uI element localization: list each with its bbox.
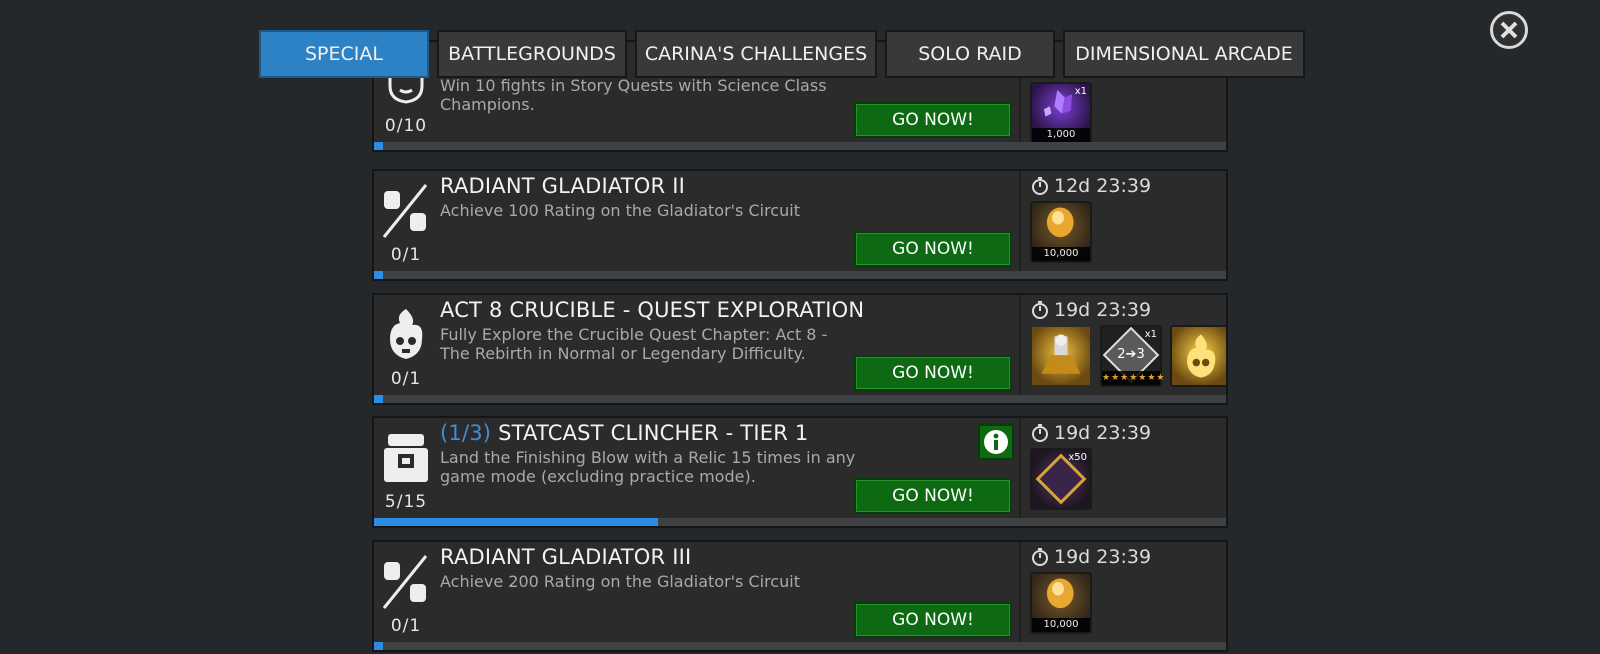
quest-timer: 19d 23:39 [1030,546,1151,568]
quest-description: Fully Explore the Crucible Quest Chapter… [440,325,828,363]
quest-title: (1/3) STATCAST CLINCHER - TIER 1 [440,421,808,445]
reward-multiplier: x1 [1144,329,1157,340]
quest-card: 0/1 RADIANT GLADIATOR III Achieve 200 Ra… [372,540,1228,652]
quest-description: Achieve 200 Rating on the Gladiator's Ci… [440,572,800,591]
relic-chest-icon [380,428,432,488]
crystal-shards-reward[interactable]: x1 1,000 [1030,82,1092,144]
divider [1019,542,1021,642]
quest-progress-bar [374,642,1226,650]
quest-tier: (1/3) [440,421,492,445]
rewards-area: 10,000 [1030,572,1226,638]
reward-multiplier: x50 [1068,452,1087,463]
info-icon [984,430,1008,454]
quest-timer: 19d 23:39 [1030,422,1151,444]
quest-timer-text: 19d 23:39 [1054,546,1152,568]
reward-multiplier: x1 [1074,86,1087,97]
rewards-area: x1 1,000 [1030,82,1226,148]
stopwatch-icon [1032,301,1048,319]
quest-progress-bar [374,395,1226,403]
go-now-button[interactable]: GO NOW! [854,355,1012,391]
divider [1019,295,1021,395]
quest-title: RADIANT GLADIATOR III [440,545,692,569]
reward-quantity: 10,000 [1032,618,1090,632]
tab-battlegrounds[interactable]: BATTLEGROUNDS [437,30,627,78]
quest-title: RADIANT GLADIATOR II [440,174,685,198]
quest-progress-count: 5/15 [384,492,428,512]
quest-progress-fill [374,271,383,279]
rank-up-text: 2➔3 [1117,347,1145,362]
info-button[interactable] [978,424,1014,460]
quest-progress-count: 0/10 [384,116,428,136]
go-now-button[interactable]: GO NOW! [854,102,1012,138]
quest-timer: 12d 23:39 [1030,175,1151,197]
quest-description: Win 10 fights in Story Quests with Scien… [440,76,827,114]
quest-progress-count: 0/1 [390,369,422,389]
close-icon [1500,21,1518,39]
divider [1019,418,1021,518]
go-now-button[interactable]: GO NOW! [854,478,1012,514]
quest-card: 5/15 (1/3) STATCAST CLINCHER - TIER 1 La… [372,416,1228,528]
rank-up-reward[interactable]: 2➔3 x1 ★★★★★★★ [1100,325,1166,387]
reward-quantity: 10,000 [1032,247,1090,261]
gold-gem-reward[interactable]: 10,000 [1030,572,1092,634]
stopwatch-icon [1032,424,1048,442]
quest-progress-bar [374,518,1226,526]
gladiator-versus-icon [380,552,432,612]
gladiator-versus-icon [380,181,432,241]
stopwatch-icon [1032,548,1048,566]
tab-solo-raid[interactable]: SOLO RAID [885,30,1055,78]
quest-progress-bar [374,142,1226,150]
quest-progress-fill [374,395,383,403]
quest-description: Achieve 100 Rating on the Gladiator's Ci… [440,201,800,220]
quest-card: 0/1 RADIANT GLADIATOR II Achieve 100 Rat… [372,169,1228,281]
tab-special[interactable]: SPECIAL [259,30,429,78]
go-now-button[interactable]: GO NOW! [854,602,1012,638]
quest-title: ACT 8 CRUCIBLE - QUEST EXPLORATION [440,298,865,322]
quest-progress-bar [374,271,1226,279]
close-button[interactable] [1490,11,1528,49]
quest-progress-fill [374,642,383,650]
quest-progress-fill [374,518,658,526]
star-rating: ★★★★★★★ [1102,371,1166,385]
rewards-area: 2➔3 x1 ★★★★★★★ [1030,325,1226,391]
stopwatch-icon [1032,177,1048,195]
quest-timer: 19d 23:39 [1030,299,1151,321]
gold-gem-reward[interactable]: 10,000 [1030,201,1092,263]
flaming-skull-icon [380,305,432,365]
quest-title-text: STATCAST CLINCHER - TIER 1 [498,421,809,445]
quest-timer-text: 19d 23:39 [1054,422,1152,444]
quest-progress-fill [374,142,383,150]
quest-card: 0/1 ACT 8 CRUCIBLE - QUEST EXPLORATION F… [372,293,1228,405]
quest-timer-text: 12d 23:39 [1054,175,1152,197]
rewards-area: 10,000 [1030,201,1226,267]
quest-timer-text: 19d 23:39 [1054,299,1152,321]
tab-carinas-challenges[interactable]: CARINA'S CHALLENGES [635,30,877,78]
go-now-button[interactable]: GO NOW! [854,231,1012,267]
tab-dimensional-arcade[interactable]: DIMENSIONAL ARCADE [1063,30,1305,78]
skull-crystal-reward[interactable] [1170,325,1226,387]
quest-description: Land the Finishing Blow with a Relic 15 … [440,448,856,486]
quest-progress-count: 0/1 [390,245,422,265]
event-points-reward[interactable]: x50 [1030,448,1092,510]
rewards-area: x50 [1030,448,1226,514]
divider [1019,171,1021,271]
quest-progress-count: 0/1 [390,616,422,636]
reward-quantity: 1,000 [1032,128,1090,142]
champion-crystal-reward[interactable] [1030,325,1092,387]
